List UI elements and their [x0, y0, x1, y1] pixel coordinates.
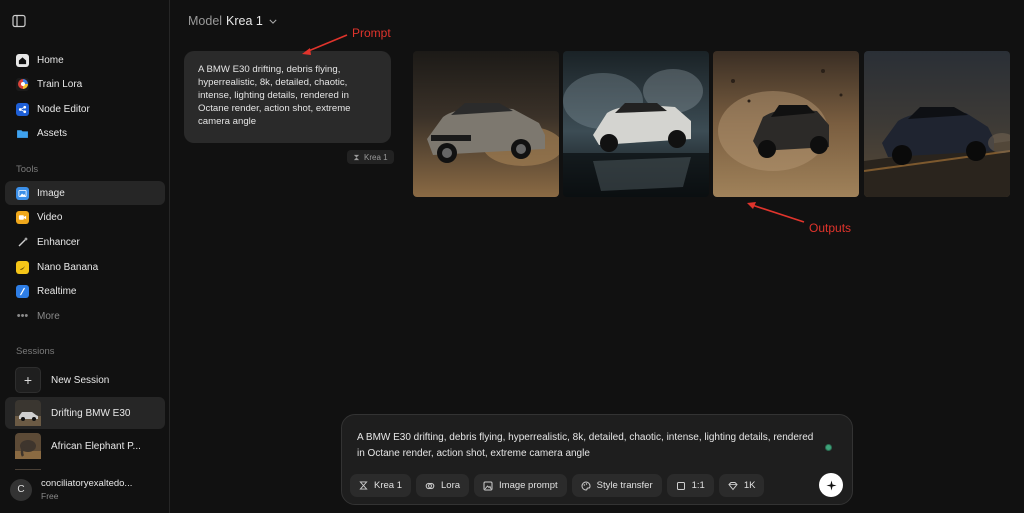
- sidebar-item-label: Train Lora: [37, 78, 83, 90]
- model-label: Model: [188, 14, 223, 28]
- sidebar-item-nano-banana[interactable]: Nano Banana: [5, 255, 165, 279]
- status-dot: [825, 444, 832, 451]
- new-session-label: New Session: [51, 374, 110, 386]
- chip-label: 1K: [743, 480, 756, 491]
- sidebar-item-label: More: [37, 310, 60, 322]
- session-thumbnail-partial: [15, 463, 41, 470]
- model-icon: [353, 154, 360, 161]
- sidebar-item-enhancer[interactable]: Enhancer: [5, 230, 165, 254]
- sidebar-item-video[interactable]: Video: [5, 205, 165, 229]
- output-image-2[interactable]: [563, 51, 709, 197]
- annotation-arrow-outputs: [747, 202, 756, 209]
- output-image-3[interactable]: [713, 51, 859, 197]
- model-chip-button[interactable]: Krea 1: [350, 474, 411, 497]
- session-thumbnail: [15, 433, 41, 459]
- model-selector[interactable]: Model Krea 1: [188, 14, 277, 28]
- chip-label: Lora: [441, 480, 461, 491]
- sidebar-item-label: Nano Banana: [37, 261, 99, 273]
- sidebar: Home Train Lora Node Editor Assets Tools…: [0, 0, 170, 513]
- prompt-composer: A BMW E30 drifting, debris flying, hyper…: [341, 414, 853, 505]
- prompt-model-chip: Krea 1: [347, 150, 394, 164]
- realtime-icon: [16, 284, 29, 298]
- chip-label: Krea 1: [374, 480, 402, 491]
- sidebar-item-label: Video: [37, 211, 63, 223]
- model-icon: [359, 481, 368, 490]
- sidebar-item-label: Home: [37, 54, 64, 66]
- folder-icon: [16, 127, 29, 140]
- sidebar-item-label: Enhancer: [37, 236, 80, 248]
- lora-icon: [425, 481, 435, 491]
- chip-label: Style transfer: [596, 480, 653, 491]
- sidebar-item-label: Assets: [37, 127, 68, 139]
- annotation-outputs-label: Outputs: [809, 221, 852, 235]
- aspect-ratio-button[interactable]: 1:1: [666, 474, 714, 497]
- tools-section-label: Tools: [16, 164, 39, 175]
- more-dots-icon: •••: [16, 310, 29, 322]
- prompt-input[interactable]: A BMW E30 drifting, debris flying, hyper…: [357, 430, 822, 462]
- enhancer-icon: [16, 236, 29, 249]
- node-editor-icon: [16, 102, 29, 116]
- sidebar-item-assets[interactable]: Assets: [5, 121, 165, 145]
- output-image-4[interactable]: [864, 51, 1010, 197]
- model-value: Krea 1: [226, 14, 263, 28]
- new-session-button[interactable]: + New Session: [5, 364, 165, 396]
- user-name: conciliatoryexaltedo...: [41, 478, 133, 489]
- sidebar-item-label: Realtime: [37, 285, 77, 297]
- sidebar-item-home[interactable]: Home: [5, 48, 165, 72]
- sidebar-item-image[interactable]: Image: [5, 181, 165, 205]
- sparkle-icon: [825, 479, 837, 491]
- sidebar-item-label: Node Editor: [37, 103, 90, 115]
- image-prompt-button[interactable]: Image prompt: [474, 474, 567, 497]
- palette-icon: [581, 480, 591, 491]
- session-label: African Elephant P...: [51, 440, 141, 452]
- session-label: Drifting BMW E30: [51, 407, 131, 419]
- session-thumbnail: [15, 400, 41, 426]
- prompt-card[interactable]: A BMW E30 drifting, debris flying, hyper…: [184, 51, 391, 143]
- plus-icon: +: [15, 367, 41, 393]
- chevron-down-icon: [269, 16, 277, 26]
- composer-options: Krea 1 Lora Image prompt Style transfer …: [350, 474, 765, 497]
- diamond-icon: [728, 481, 738, 491]
- banana-icon: [16, 260, 29, 274]
- lora-button[interactable]: Lora: [416, 474, 470, 497]
- generate-button[interactable]: [819, 473, 843, 497]
- video-icon: [16, 210, 29, 224]
- chip-label: Image prompt: [499, 480, 558, 491]
- sidebar-item-realtime[interactable]: Realtime: [5, 279, 165, 303]
- user-plan: Free: [41, 491, 59, 501]
- style-transfer-button[interactable]: Style transfer: [571, 474, 662, 497]
- sidebar-item-more[interactable]: ••• More: [5, 304, 165, 328]
- annotation-prompt-label: Prompt: [352, 26, 391, 40]
- image-icon: [16, 186, 29, 200]
- sidebar-toggle-icon[interactable]: [12, 14, 26, 28]
- home-icon: [16, 53, 29, 67]
- prompt-model-chip-label: Krea 1: [364, 152, 388, 162]
- resolution-button[interactable]: 1K: [718, 474, 765, 497]
- sidebar-item-label: Image: [37, 187, 65, 199]
- image-prompt-icon: [483, 481, 493, 491]
- sessions-section-label: Sessions: [16, 346, 55, 357]
- sidebar-item-node-editor[interactable]: Node Editor: [5, 97, 165, 121]
- chip-label: 1:1: [691, 480, 705, 491]
- aspect-ratio-icon: [676, 481, 686, 491]
- sidebar-item-train-lora[interactable]: Train Lora: [5, 72, 165, 96]
- session-item-drifting-bmw[interactable]: Drifting BMW E30: [5, 397, 165, 429]
- train-lora-icon: [16, 77, 29, 91]
- user-account[interactable]: C conciliatoryexaltedo... Free: [10, 478, 132, 501]
- avatar: C: [10, 478, 32, 501]
- output-image-1[interactable]: [413, 51, 559, 197]
- session-item-african-elephant[interactable]: African Elephant P...: [5, 430, 165, 462]
